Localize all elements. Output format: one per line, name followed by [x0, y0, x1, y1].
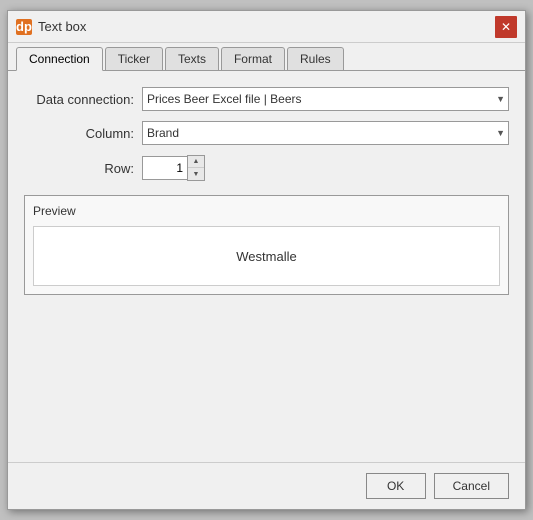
column-label: Column:	[24, 126, 134, 141]
dialog-footer: OK Cancel	[8, 462, 525, 509]
tab-bar: Connection Ticker Texts Format Rules	[8, 43, 525, 71]
data-connection-select-wrapper: Prices Beer Excel file | Beers	[142, 87, 509, 111]
row-spinner: ▲ ▼	[142, 155, 205, 181]
title-bar: dp Text box ✕	[8, 11, 525, 43]
row-label: Row:	[24, 161, 134, 176]
row-row: Row: ▲ ▼	[24, 155, 509, 181]
dialog-window: dp Text box ✕ Connection Ticker Texts Fo…	[7, 10, 526, 510]
cancel-button[interactable]: Cancel	[434, 473, 509, 499]
data-connection-select[interactable]: Prices Beer Excel file | Beers	[142, 87, 509, 111]
tab-ticker[interactable]: Ticker	[105, 47, 163, 70]
data-connection-row: Data connection: Prices Beer Excel file …	[24, 87, 509, 111]
column-select[interactable]: Brand	[142, 121, 509, 145]
data-connection-label: Data connection:	[24, 92, 134, 107]
row-input[interactable]	[142, 156, 187, 180]
column-row: Column: Brand	[24, 121, 509, 145]
preview-section: Preview Westmalle	[24, 195, 509, 295]
ok-button[interactable]: OK	[366, 473, 426, 499]
title-bar-left: dp Text box	[16, 19, 86, 35]
row-control: ▲ ▼	[142, 155, 509, 181]
spinner-buttons: ▲ ▼	[187, 155, 205, 181]
app-icon: dp	[16, 19, 32, 35]
preview-value: Westmalle	[236, 249, 296, 264]
preview-content: Westmalle	[33, 226, 500, 286]
tab-connection[interactable]: Connection	[16, 47, 103, 71]
column-control: Brand	[142, 121, 509, 145]
tab-texts[interactable]: Texts	[165, 47, 219, 70]
tab-rules[interactable]: Rules	[287, 47, 344, 70]
preview-label: Preview	[33, 204, 500, 218]
spinner-down-button[interactable]: ▼	[188, 168, 204, 180]
window-title: Text box	[38, 19, 86, 34]
column-select-wrapper: Brand	[142, 121, 509, 145]
data-connection-control: Prices Beer Excel file | Beers	[142, 87, 509, 111]
tab-content: Data connection: Prices Beer Excel file …	[8, 71, 525, 462]
tab-format[interactable]: Format	[221, 47, 285, 70]
spinner-up-button[interactable]: ▲	[188, 156, 204, 168]
close-button[interactable]: ✕	[495, 16, 517, 38]
